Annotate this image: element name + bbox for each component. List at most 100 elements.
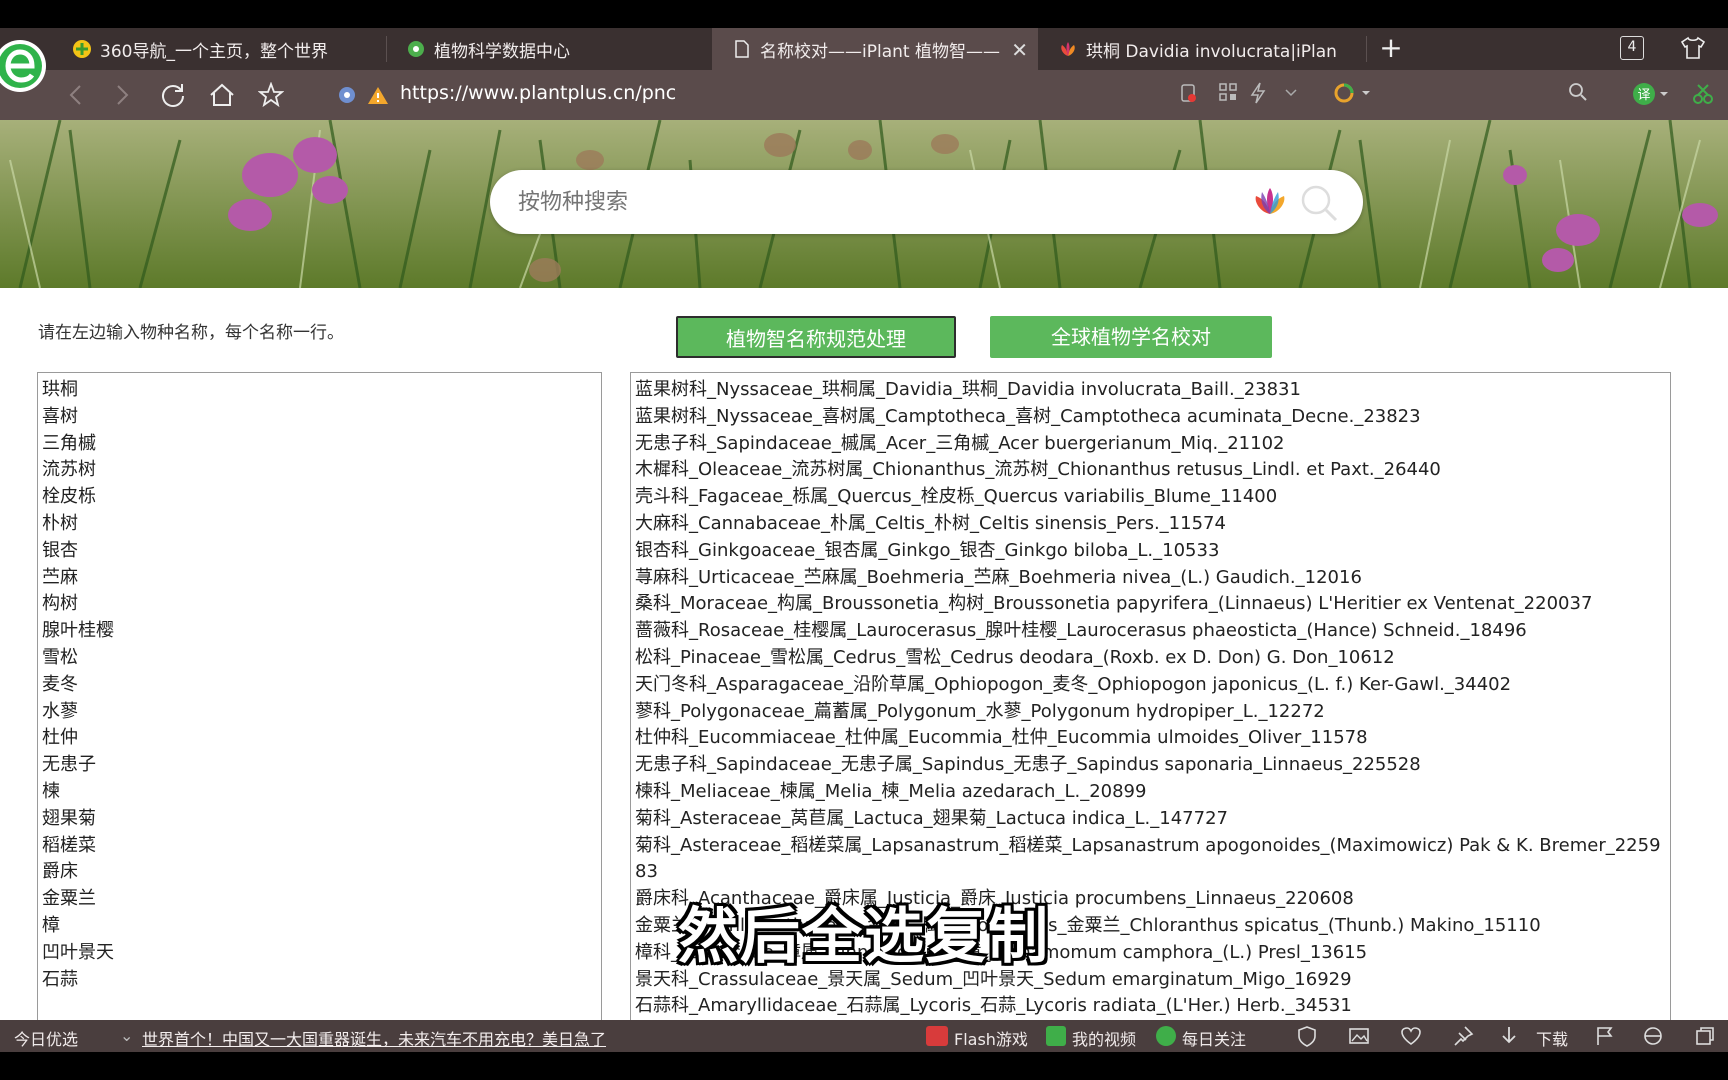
result-line: 银杏科_Ginkgoaceae_银杏属_Ginkgo_银杏_Ginkgo bil… <box>635 539 1220 561</box>
ie-compat-icon[interactable] <box>1642 1025 1664 1051</box>
close-icon[interactable]: ✕ <box>1011 38 1028 62</box>
bookmark-star-icon[interactable] <box>256 80 286 110</box>
input-name-line: 喜树 <box>42 405 78 427</box>
result-line: 天门冬科_Asparagaceae_沿阶草属_Ophiopogon_麦冬_Oph… <box>635 673 1512 695</box>
input-name-line: 楝 <box>42 780 60 802</box>
skin-icon[interactable] <box>1680 36 1706 64</box>
search-engine-icon[interactable] <box>1334 82 1374 108</box>
news-link[interactable]: 世界首个！中国又一大国重器诞生，未来汽车不用充电？美日急了 <box>142 1026 606 1050</box>
tab-360-nav[interactable]: 360导航_一个主页，整个世界 <box>52 28 386 70</box>
normalize-names-button[interactable]: 植物智名称规范处理 <box>676 316 956 358</box>
window-restore-icon[interactable] <box>1694 1025 1716 1051</box>
tab-name-check[interactable]: 名称校对——iPlant 植物智—— ✕ <box>712 28 1038 70</box>
qr-code-icon[interactable] <box>1218 82 1238 106</box>
chevron-down-icon[interactable]: ⌄ <box>120 1026 133 1045</box>
new-tab-button[interactable]: + <box>1378 28 1404 70</box>
tab-label: 360导航_一个主页，整个世界 <box>100 41 328 62</box>
input-name-line: 栓皮栎 <box>42 486 96 508</box>
record-icon[interactable] <box>1178 82 1198 108</box>
browser-logo-icon[interactable] <box>0 30 48 102</box>
result-line: 蓝果树科_Nyssaceae_珙桐属_Davidia_珙桐_Davidia in… <box>635 379 1301 400</box>
tab-divider <box>1366 36 1367 62</box>
result-line: 菊科_Asteraceae_稻槎菜属_Lapsanastrum_稻槎菜_Laps… <box>635 834 1661 883</box>
input-name-line: 腺叶桂樱 <box>42 620 114 642</box>
image-icon[interactable] <box>1348 1025 1370 1051</box>
back-icon[interactable] <box>60 80 90 110</box>
input-name-line: 三角槭 <box>42 432 96 454</box>
forward-icon[interactable] <box>108 80 138 110</box>
result-line: 桑科_Moraceae_构属_Broussonetia_构树_Broussone… <box>635 593 1593 615</box>
page-icon <box>732 39 752 59</box>
status-bar: 今日优选 ⌄ 世界首个！中国又一大国重器诞生，未来汽车不用充电？美日急了 Fla… <box>0 1020 1728 1052</box>
security-icon[interactable] <box>336 80 358 110</box>
input-name-line: 麦冬 <box>42 673 78 695</box>
flag-icon[interactable] <box>1594 1025 1616 1051</box>
input-name-line: 苎麻 <box>42 566 78 588</box>
input-name-line: 珙桐 <box>42 379 78 400</box>
tab-plant-data-center[interactable]: 植物科学数据中心 <box>386 28 712 70</box>
result-line: 无患子科_Sapindaceae_无患子属_Sapindus_无患子_Sapin… <box>635 754 1421 776</box>
tab-bar: 360导航_一个主页，整个世界 植物科学数据中心 名称校对——iPlant 植物… <box>0 28 1728 70</box>
result-line: 壳斗科_Fagaceae_栎属_Quercus_栓皮栎_Quercus vari… <box>635 486 1278 508</box>
species-search-box <box>490 170 1363 234</box>
navigation-bar: https://www.plantplus.cn/pnc 译 <box>0 70 1728 120</box>
screenshot-scissors-icon[interactable] <box>1690 82 1728 110</box>
translate-icon[interactable]: 译 <box>1632 82 1672 110</box>
input-name-line: 朴树 <box>42 512 78 534</box>
lightning-icon[interactable] <box>1250 82 1266 108</box>
search-icon[interactable] <box>1568 82 1588 106</box>
result-line: 大麻科_Cannabaceae_朴属_Celtis_朴树_Celtis sine… <box>635 512 1226 534</box>
tab-label: 植物科学数据中心 <box>434 41 570 62</box>
tab-label: 名称校对——iPlant 植物智—— <box>760 41 1000 62</box>
warning-lock-icon[interactable] <box>366 80 390 110</box>
360-nav-icon <box>72 39 92 59</box>
chevron-down-icon[interactable] <box>1284 82 1298 106</box>
species-search-input[interactable] <box>518 184 1218 220</box>
flash-games-link[interactable]: Flash游戏 <box>954 1026 1028 1050</box>
lotus-logo-icon <box>1248 184 1292 224</box>
heartbeat-icon[interactable] <box>1400 1025 1422 1051</box>
home-icon[interactable] <box>207 80 237 110</box>
result-line: 蔷薇科_Rosaceae_桂樱属_Laurocerasus_腺叶桂樱_Lauro… <box>635 620 1527 642</box>
search-icon[interactable] <box>1300 184 1340 226</box>
shield-icon[interactable] <box>1296 1025 1318 1051</box>
tab-count-button[interactable]: 4 <box>1620 36 1644 60</box>
result-line: 楝科_Meliaceae_楝属_Melia_楝_Melia azedarach_… <box>635 780 1147 802</box>
result-line: 蓼科_Polygonaceae_萹蓄属_Polygonum_水蓼_Polygon… <box>635 700 1325 722</box>
lotus-icon <box>1058 39 1078 59</box>
address-bar[interactable]: https://www.plantplus.cn/pnc <box>400 82 676 104</box>
result-line: 松科_Pinaceae_雪松属_Cedrus_雪松_Cedrus deodara… <box>635 646 1395 668</box>
daily-follow-link[interactable]: 每日关注 <box>1182 1026 1246 1050</box>
pin-icon[interactable] <box>1452 1025 1474 1051</box>
video-letterbox <box>0 1052 1728 1080</box>
video-icon <box>1046 1026 1066 1046</box>
result-line: 无患子科_Sapindaceae_槭属_Acer_三角槭_Acer buerge… <box>635 432 1285 454</box>
result-line: 杜仲科_Eucommiaceae_杜仲属_Eucommia_杜仲_Eucommi… <box>635 727 1368 749</box>
today-picks-link[interactable]: 今日优选 <box>14 1026 78 1050</box>
flash-game-icon <box>926 1026 948 1046</box>
input-name-line: 杜仲 <box>42 727 78 749</box>
daily-follow-icon <box>1156 1026 1176 1046</box>
browser-window: 360导航_一个主页，整个世界 植物科学数据中心 名称校对——iPlant 植物… <box>0 0 1728 1080</box>
input-name-line: 翅果菊 <box>42 807 96 829</box>
input-name-line: 稻槎菜 <box>42 834 96 856</box>
result-line: 木樨科_Oleaceae_流苏树属_Chionanthus_流苏树_Chiona… <box>635 459 1441 481</box>
input-name-line: 水蓼 <box>42 700 78 722</box>
input-name-line: 雪松 <box>42 646 78 668</box>
hero-banner <box>0 120 1728 288</box>
input-name-line: 爵床 <box>42 861 78 883</box>
download-icon[interactable] <box>1498 1025 1520 1051</box>
result-line: 荨麻科_Urticaceae_苎麻属_Boehmeria_苎麻_Boehmeri… <box>635 566 1362 588</box>
global-name-check-button[interactable]: 全球植物学名校对 <box>990 316 1272 358</box>
my-videos-link[interactable]: 我的视频 <box>1072 1026 1136 1050</box>
result-line: 菊科_Asteraceae_莴苣属_Lactuca_翅果菊_Lactuca in… <box>635 807 1228 829</box>
input-name-line: 流苏树 <box>42 459 96 481</box>
svg-text:译: 译 <box>1637 88 1650 103</box>
input-name-line: 构树 <box>42 593 78 615</box>
tab-label: 珙桐 Davidia involucrata|iPlant <box>1086 41 1336 62</box>
video-subtitle: 然后全选复制 <box>678 902 1050 972</box>
reload-icon[interactable] <box>158 80 188 110</box>
download-link[interactable]: 下载 <box>1536 1026 1568 1050</box>
tab-davidia[interactable]: 珙桐 Davidia involucrata|iPlant <box>1038 28 1366 70</box>
instruction-text: 请在左边输入物种名称，每个名称一行。 <box>38 323 344 343</box>
